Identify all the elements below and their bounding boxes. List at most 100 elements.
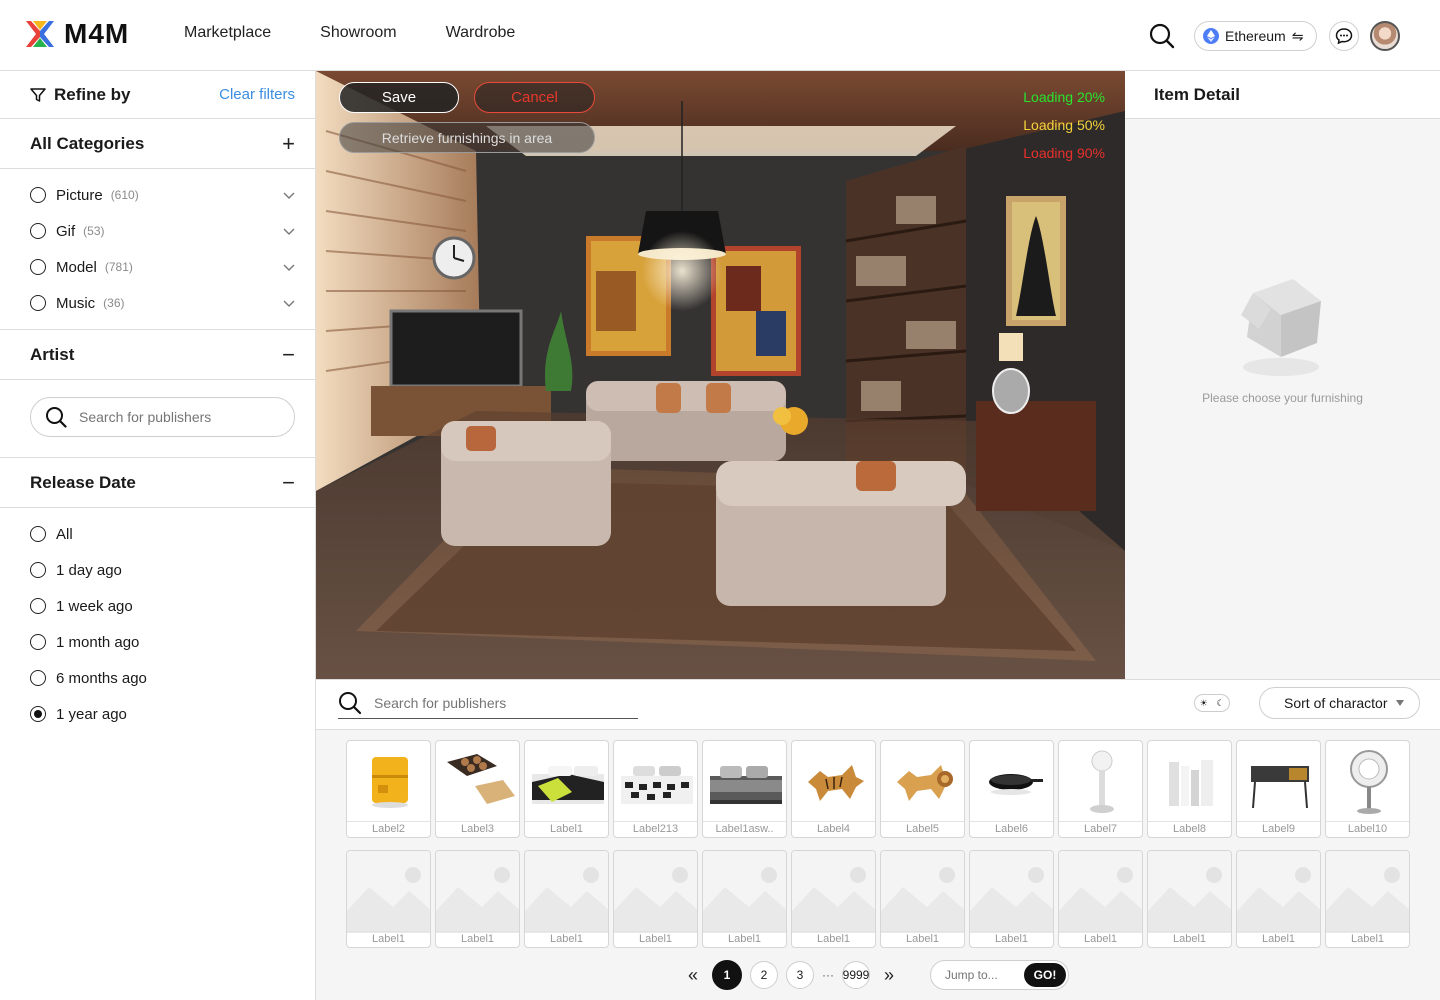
chain-selector[interactable]: Ethereum ⇋ <box>1194 21 1317 51</box>
furnishing-tile-placeholder[interactable]: Label1 <box>524 850 609 948</box>
loading-status-90: Loading 90% <box>1023 145 1105 161</box>
furnishing-tile-placeholder[interactable]: Label1 <box>969 850 1054 948</box>
artist-search[interactable] <box>30 397 295 437</box>
category-music[interactable]: Music (36) <box>0 285 315 321</box>
message-button[interactable] <box>1329 21 1359 51</box>
furnishing-tile-placeholder[interactable]: Label1 <box>346 850 431 948</box>
furnishing-tile[interactable]: Label5 <box>880 740 965 838</box>
go-button[interactable]: GO! <box>1024 963 1066 987</box>
furnishing-tile-placeholder[interactable]: Label1 <box>1236 850 1321 948</box>
radio-button[interactable] <box>30 670 46 686</box>
collapse-minus-icon[interactable]: − <box>282 343 295 366</box>
furnishing-tile-placeholder[interactable]: Label1 <box>435 850 520 948</box>
furnishing-tile[interactable]: Label3 <box>435 740 520 838</box>
radio-button[interactable] <box>30 259 46 275</box>
nav-marketplace[interactable]: Marketplace <box>184 24 271 42</box>
radio-button[interactable] <box>30 526 46 542</box>
page-last[interactable]: 9999 <box>842 961 870 989</box>
search-icon[interactable] <box>1148 22 1176 50</box>
radio-button[interactable] <box>30 562 46 578</box>
theme-toggle[interactable]: ☀ ☾ <box>1194 694 1230 712</box>
furnishing-tile[interactable]: Label2 <box>346 740 431 838</box>
room-render <box>316 71 1125 679</box>
furnishing-tile[interactable]: Label7 <box>1058 740 1143 838</box>
furnishing-tile-placeholder[interactable]: Label1 <box>1147 850 1232 948</box>
release-option[interactable]: 1 month ago <box>0 624 315 660</box>
page-3[interactable]: 3 <box>786 961 814 989</box>
furnishing-tile[interactable]: Label10 <box>1325 740 1410 838</box>
tile-label: Label3 <box>436 821 519 837</box>
page-2[interactable]: 2 <box>750 961 778 989</box>
chevron-down-icon[interactable] <box>283 189 295 201</box>
release-option[interactable]: 1 day ago <box>0 552 315 588</box>
furnishing-tile[interactable]: Label213 <box>613 740 698 838</box>
page-1[interactable]: 1 <box>712 960 742 990</box>
furnishing-tile[interactable]: Label8 <box>1147 740 1232 838</box>
category-picture[interactable]: Picture (610) <box>0 177 315 213</box>
nav-showroom[interactable]: Showroom <box>320 24 396 42</box>
library-search-input[interactable] <box>374 695 624 711</box>
refine-title: Refine by <box>54 84 131 104</box>
radio-button[interactable] <box>30 187 46 203</box>
furnishing-tile-placeholder[interactable]: Label1 <box>1325 850 1410 948</box>
category-count: (36) <box>103 296 125 310</box>
category-model[interactable]: Model (781) <box>0 249 315 285</box>
retrieve-furnishings-button[interactable]: Retrieve furnishings in area <box>339 122 595 153</box>
category-label: Music <box>56 294 96 312</box>
sun-icon: ☀ <box>1199 697 1208 708</box>
furnishing-tile-placeholder[interactable]: Label1 <box>791 850 876 948</box>
furnishing-tile[interactable]: Label6 <box>969 740 1054 838</box>
furnishing-tile[interactable]: Label1 <box>524 740 609 838</box>
artist-header[interactable]: Artist − <box>0 330 315 380</box>
furnishing-library: ☀ ☾ Sort of charactor Label2 Label3 Label1… <box>316 679 1440 1000</box>
user-avatar[interactable] <box>1370 21 1400 51</box>
image-placeholder-icon <box>1326 851 1409 933</box>
release-option[interactable]: 1 year ago <box>0 696 315 732</box>
category-gif[interactable]: Gif (53) <box>0 213 315 249</box>
radio-button[interactable] <box>30 223 46 239</box>
console-icon <box>1237 741 1320 823</box>
cancel-button[interactable]: Cancel <box>474 82 595 113</box>
m4m-logo-icon <box>26 21 54 47</box>
image-placeholder-icon <box>525 851 608 933</box>
first-page-icon[interactable]: « <box>682 964 704 986</box>
furnishing-tile-placeholder[interactable]: Label1 <box>613 850 698 948</box>
expand-plus-icon[interactable]: + <box>282 132 295 155</box>
release-option[interactable]: 6 months ago <box>0 660 315 696</box>
collapse-minus-icon[interactable]: − <box>282 471 295 494</box>
release-option[interactable]: 1 week ago <box>0 588 315 624</box>
tile-label: Label1 <box>436 931 519 947</box>
ethereum-icon <box>1203 28 1219 44</box>
furnishing-tile[interactable]: Label4 <box>791 740 876 838</box>
clear-filters-link[interactable]: Clear filters <box>219 86 295 103</box>
release-date-header[interactable]: Release Date − <box>0 458 315 508</box>
sort-label: Sort of charactor <box>1284 695 1388 711</box>
furnishing-tile[interactable]: Label1asw.. <box>702 740 787 838</box>
radio-button[interactable] <box>30 706 46 722</box>
jump-input[interactable] <box>945 968 1025 982</box>
last-page-icon[interactable]: » <box>878 964 900 986</box>
jump-to-page[interactable]: GO! <box>930 960 1069 990</box>
release-option-label: 1 year ago <box>56 705 127 723</box>
radio-button[interactable] <box>30 634 46 650</box>
brand-logo[interactable]: M4M <box>24 18 129 50</box>
room-scene-viewport[interactable]: Save Cancel Retrieve furnishings in area… <box>316 71 1125 679</box>
tile-label: Label1 <box>1059 931 1142 947</box>
tile-label: Label10 <box>1326 821 1409 837</box>
nav-wardrobe[interactable]: Wardrobe <box>446 24 516 42</box>
furnishing-tile-placeholder[interactable]: Label1 <box>702 850 787 948</box>
artist-search-input[interactable] <box>79 409 279 425</box>
furnishing-tile-placeholder[interactable]: Label1 <box>880 850 965 948</box>
chevron-down-icon[interactable] <box>283 297 295 309</box>
chevron-down-icon[interactable] <box>283 261 295 273</box>
save-button[interactable]: Save <box>339 82 459 113</box>
chevron-down-icon[interactable] <box>283 225 295 237</box>
radio-button[interactable] <box>30 295 46 311</box>
furnishing-tile[interactable]: Label9 <box>1236 740 1321 838</box>
release-option[interactable]: All <box>0 516 315 552</box>
library-search[interactable] <box>338 688 638 719</box>
furnishing-tile-placeholder[interactable]: Label1 <box>1058 850 1143 948</box>
sort-dropdown[interactable]: Sort of charactor <box>1259 687 1420 719</box>
radio-button[interactable] <box>30 598 46 614</box>
categories-header[interactable]: All Categories + <box>0 119 315 169</box>
